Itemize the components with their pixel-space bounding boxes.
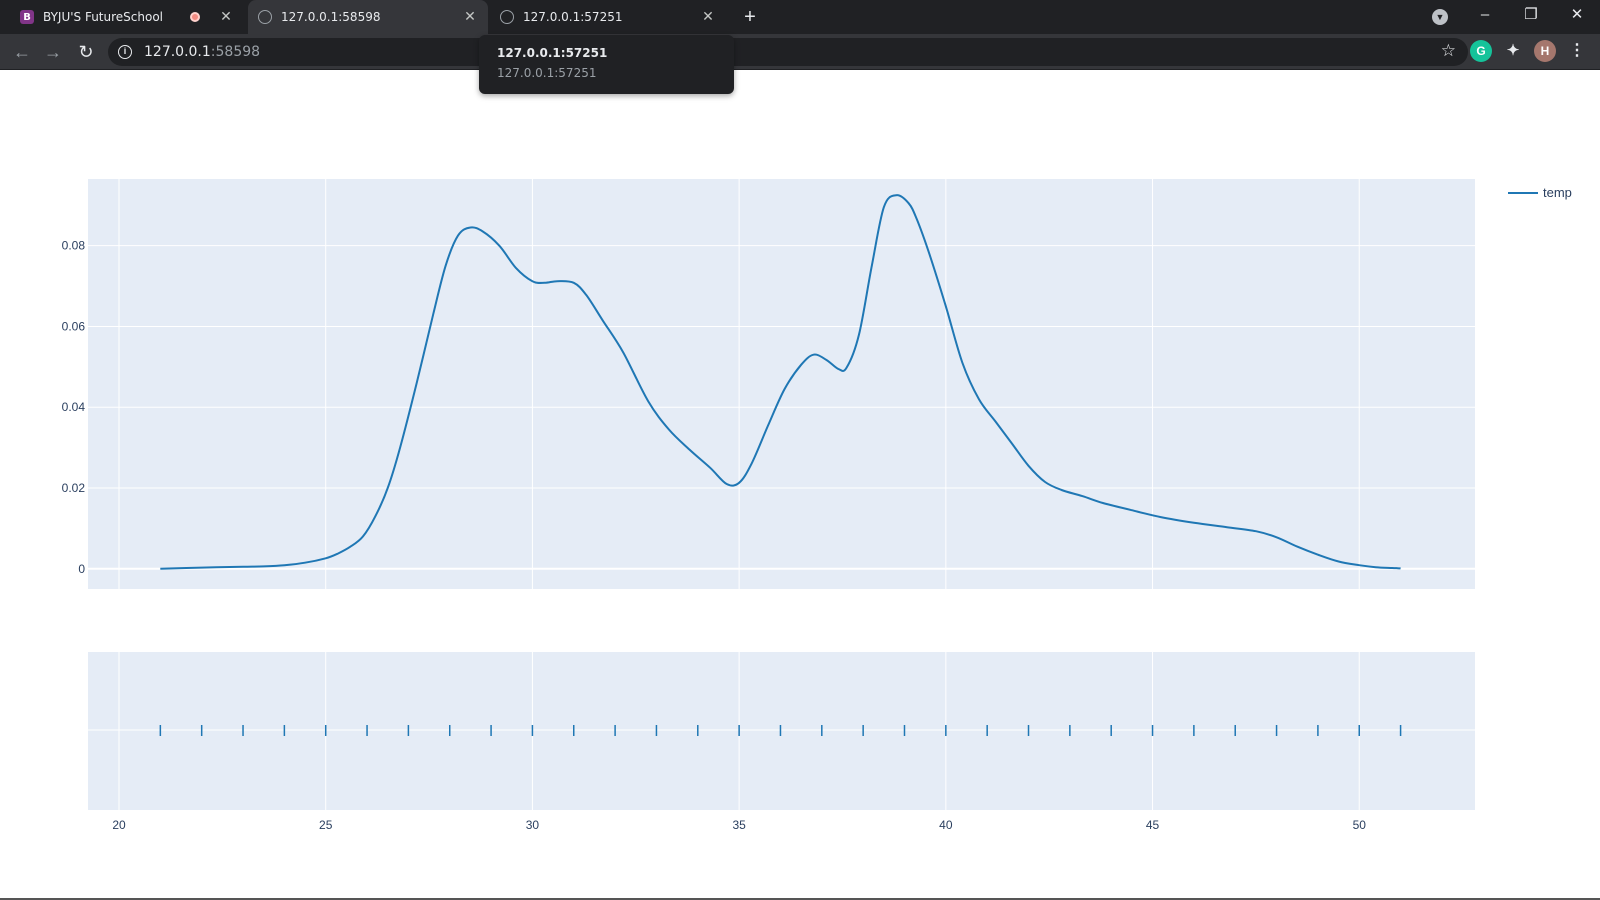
recording-icon [190, 12, 200, 22]
tab-title: 127.0.0.1:57251 [523, 10, 623, 24]
tab-title: BYJU'S FutureSchool [43, 10, 164, 24]
profile-avatar[interactable]: H [1534, 40, 1556, 62]
y-tick-labels: 0 0.02 0.04 0.06 0.08 [62, 239, 86, 576]
y-tick-label: 0.02 [62, 481, 86, 495]
x-tick-label: 25 [319, 818, 333, 832]
hover-card-title: 127.0.0.1:57251 [497, 46, 608, 60]
tab-byjus[interactable]: B BYJU'S FutureSchool ✕ [12, 0, 242, 34]
tab-title: 127.0.0.1:58598 [281, 10, 381, 24]
close-tab-icon[interactable]: ✕ [462, 9, 478, 25]
y-tick-label: 0.04 [62, 400, 86, 414]
url-host: 127.0.0.1 [144, 44, 211, 60]
reload-icon[interactable]: ↻ [74, 40, 98, 64]
info-icon[interactable]: i [118, 45, 132, 59]
x-tick-label: 50 [1353, 818, 1367, 832]
x-tick-label: 30 [526, 818, 540, 832]
close-tab-icon[interactable]: ✕ [700, 9, 716, 25]
x-tick-label: 35 [732, 818, 746, 832]
y-tick-label: 0.06 [62, 319, 86, 333]
legend-label-temp[interactable]: temp [1543, 185, 1572, 200]
extensions-puzzle-icon[interactable]: ✦ [1502, 40, 1524, 62]
close-tab-icon[interactable]: ✕ [218, 9, 234, 25]
minimize-icon[interactable]: – [1462, 0, 1508, 34]
tab-hovered[interactable]: 127.0.0.1:57251 ✕ [490, 0, 726, 34]
globe-icon [500, 10, 514, 24]
tab-search-icon[interactable]: ▼ [1432, 9, 1448, 25]
forward-icon[interactable]: → [41, 40, 65, 64]
close-window-icon[interactable]: ✕ [1554, 0, 1600, 34]
back-icon[interactable]: ← [10, 40, 34, 64]
x-tick-label: 40 [939, 818, 953, 832]
url-port: :58598 [210, 44, 261, 60]
legend[interactable]: temp [1508, 185, 1572, 200]
browser-toolbar: ← → ↻ i 127.0.0.1:58598 ☆ G ✦ H ⋮ [0, 34, 1600, 70]
tab-active[interactable]: 127.0.0.1:58598 ✕ [248, 0, 488, 34]
tab-strip: B BYJU'S FutureSchool ✕ 127.0.0.1:58598 … [0, 0, 1600, 34]
bookmark-star-icon[interactable]: ☆ [1441, 41, 1456, 61]
new-tab-icon[interactable]: + [738, 5, 762, 29]
y-tick-label: 0 [78, 562, 85, 576]
globe-icon [258, 10, 272, 24]
distplot-figure: 0 0.02 0.04 0.06 0.08 20 25 30 35 40 45 50 temp [62, 179, 1572, 832]
x-tick-label: 45 [1146, 818, 1160, 832]
restore-icon[interactable]: ❐ [1508, 0, 1554, 34]
rug-plot-area [88, 652, 1475, 810]
x-tick-labels: 20 25 30 35 40 45 50 [112, 818, 1366, 832]
kde-plot-area [88, 179, 1475, 589]
byjus-logo-icon: B [20, 10, 34, 24]
url-text[interactable]: 127.0.0.1:58598 [144, 44, 260, 60]
menu-kebab-icon[interactable]: ⋮ [1566, 40, 1588, 62]
y-tick-label: 0.08 [62, 239, 86, 253]
grammarly-icon[interactable]: G [1470, 40, 1492, 62]
x-tick-label: 20 [112, 818, 126, 832]
address-bar[interactable]: i 127.0.0.1:58598 ☆ [108, 38, 1468, 66]
